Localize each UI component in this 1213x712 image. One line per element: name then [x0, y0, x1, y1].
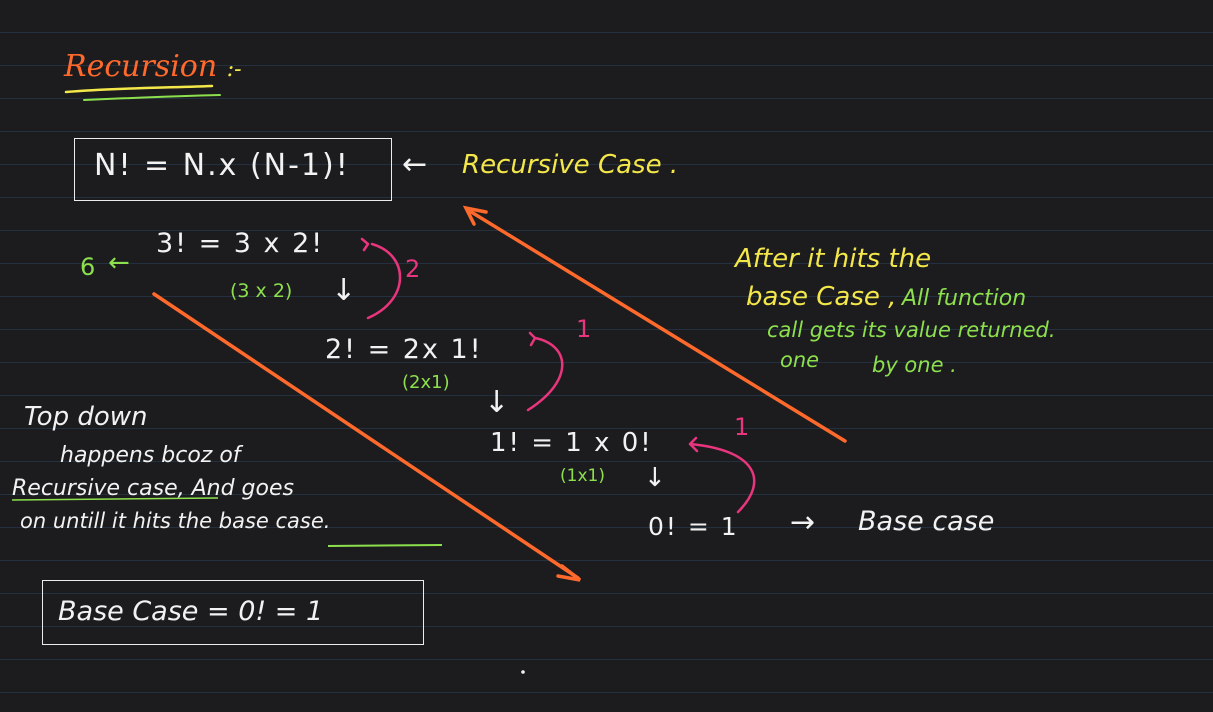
recursive-case-underline: [11, 497, 219, 501]
top-down-arrow-line: [152, 292, 580, 580]
underline-strokes: [11, 84, 443, 547]
orange-arrows: [152, 205, 847, 582]
return-curve-1: [360, 237, 402, 320]
base-case-underline: [327, 544, 443, 547]
return-curve-2: [526, 331, 564, 412]
title-underline: [64, 84, 214, 94]
bottom-up-arrow-line: [466, 208, 847, 443]
title-underline-green: [83, 94, 221, 101]
notebook-canvas: Recursion :- N! = N.x (N-1)! ← Recursive…: [0, 0, 1213, 712]
return-curve-3: [688, 436, 756, 514]
pen-strokes: [11, 84, 847, 674]
stray-dot: [521, 670, 525, 674]
